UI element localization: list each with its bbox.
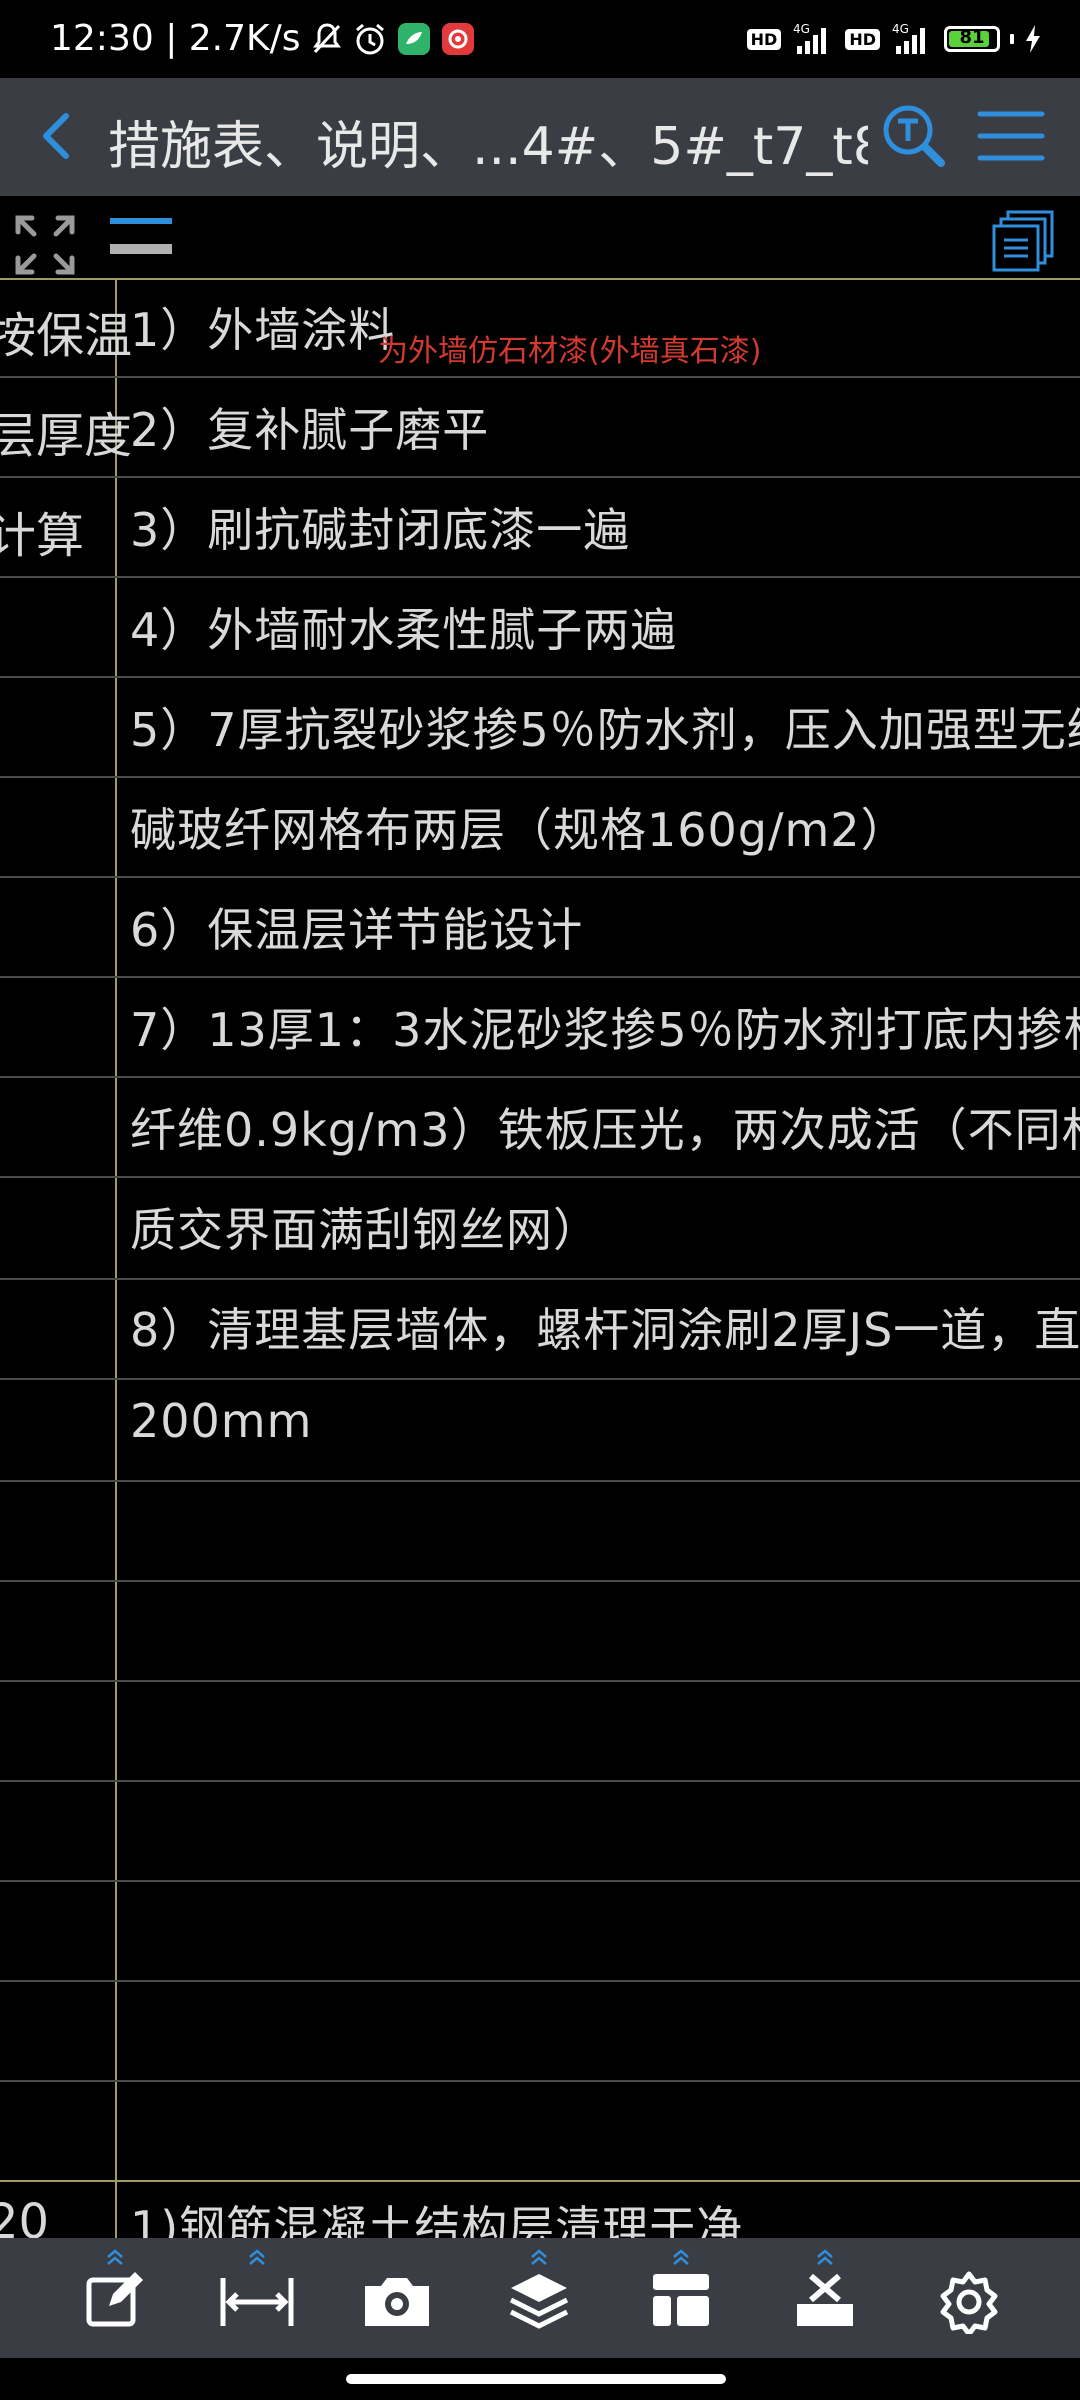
signal-icon-2: 4G bbox=[890, 22, 934, 56]
layer-list-button[interactable] bbox=[992, 210, 1056, 274]
hamburger-icon bbox=[977, 111, 1045, 161]
stacked-pages-icon bbox=[992, 210, 1054, 272]
spec-line: 5）7厚抗裂砂浆掺5％防水剂，压入加强型无纺耐 bbox=[130, 703, 1080, 757]
net-label: 4G bbox=[793, 22, 810, 36]
gesture-area bbox=[0, 2358, 1080, 2400]
row-divider bbox=[0, 1378, 1080, 1380]
spec-line: 4）外墙耐水柔性腻子两遍 bbox=[130, 603, 678, 657]
left-cell-text: 层厚度 bbox=[0, 408, 133, 464]
edit-icon bbox=[85, 2270, 145, 2334]
layout-tool-button[interactable] bbox=[636, 2246, 726, 2350]
row-divider bbox=[0, 376, 1080, 378]
spec-line: 质交界面满刮钢丝网） bbox=[130, 1203, 600, 1257]
row-divider bbox=[0, 1076, 1080, 1078]
edit-tool-button[interactable] bbox=[70, 2246, 160, 2350]
spec-line: 6）保温层详节能设计 bbox=[130, 903, 584, 957]
camera-tool-button[interactable] bbox=[352, 2246, 442, 2350]
expand-arrows-icon bbox=[15, 215, 75, 275]
row-divider bbox=[0, 676, 1080, 678]
battery-level: 81 bbox=[959, 27, 985, 48]
spec-line: 1）外墙涂料 bbox=[130, 303, 396, 357]
left-cell-text: 20 bbox=[0, 2194, 50, 2238]
text-search-button[interactable] bbox=[878, 100, 950, 172]
row-divider bbox=[0, 876, 1080, 878]
spec-line: 碱玻纤网格布两层（规格160g/m2） bbox=[130, 803, 908, 857]
row-divider bbox=[0, 1176, 1080, 1178]
home-indicator[interactable] bbox=[346, 2374, 726, 2384]
toolbox-icon bbox=[793, 2270, 857, 2334]
table-column-divider bbox=[115, 278, 117, 2238]
back-arrow-icon bbox=[43, 113, 69, 159]
collapse-bars-icon bbox=[110, 218, 172, 254]
camera-icon bbox=[361, 2270, 433, 2334]
back-button[interactable] bbox=[28, 106, 88, 166]
row-divider bbox=[0, 1580, 1080, 1582]
app-header: 措施表、说明、...4#、5#_t7_t8 bbox=[0, 78, 1080, 196]
collapse-toggle-button[interactable] bbox=[108, 216, 174, 256]
charging-icon bbox=[1024, 24, 1042, 54]
measure-tool-button[interactable] bbox=[212, 2246, 302, 2350]
spec-line: 2）复补腻子磨平 bbox=[130, 403, 490, 457]
alarm-icon bbox=[353, 22, 387, 56]
spec-line: 纤维0.9kg/m3）铁板压光，两次成活（不同材 bbox=[130, 1103, 1080, 1157]
status-bar: 12:30 | 2.7K/s HD 4G HD 4G 81 bbox=[0, 0, 1080, 78]
status-right: HD 4G HD 4G 81 bbox=[746, 22, 1042, 56]
page-title: 措施表、说明、...4#、5#_t7_t8 bbox=[108, 117, 868, 177]
green-app-icon bbox=[397, 22, 431, 56]
red-annotation: 为外墙仿石材漆(外墙真石漆) bbox=[378, 334, 762, 369]
battery-icon: 81 bbox=[944, 26, 1000, 52]
drawing-canvas[interactable]: 按保温 层厚度 计算 20 1）外墙涂料 为外墙仿石材漆(外墙真石漆) 2）复补… bbox=[0, 278, 1080, 2238]
spec-line: 200mm bbox=[130, 1394, 313, 1448]
row-divider bbox=[0, 476, 1080, 478]
row-divider bbox=[0, 2080, 1080, 2082]
layout-icon bbox=[649, 2270, 713, 2334]
row-divider bbox=[0, 576, 1080, 578]
expand-up-icon bbox=[671, 2246, 691, 2268]
settings-button[interactable] bbox=[924, 2246, 1014, 2350]
hd-badge: HD bbox=[746, 28, 782, 50]
expand-up-icon bbox=[247, 2246, 267, 2268]
expand-up-icon bbox=[529, 2246, 549, 2268]
left-cell-text: 按保温 bbox=[0, 308, 133, 364]
row-divider bbox=[0, 1278, 1080, 1280]
red-app-icon bbox=[441, 22, 475, 56]
mute-bell-icon bbox=[311, 22, 343, 56]
measure-icon bbox=[219, 2270, 295, 2334]
expand-up-icon bbox=[815, 2246, 835, 2268]
table-top-border bbox=[0, 278, 1080, 280]
section-divider bbox=[0, 2180, 1080, 2182]
spec-line: 3）刷抗碱封闭底漆一遍 bbox=[130, 503, 631, 557]
view-toolbar bbox=[0, 196, 1080, 278]
expand-up-icon bbox=[105, 2246, 125, 2268]
row-divider bbox=[0, 776, 1080, 778]
row-divider bbox=[0, 976, 1080, 978]
signal-icon: 4G bbox=[791, 22, 835, 56]
status-left: 12:30 | 2.7K/s bbox=[50, 18, 475, 59]
spec-line: 1)钢筋混凝土结构层清理干净 bbox=[130, 2201, 744, 2238]
row-divider bbox=[0, 1480, 1080, 1482]
spec-line: 7）13厚1：3水泥砂浆掺5％防水剂打底内掺杜拉 bbox=[130, 1003, 1080, 1057]
settings-icon bbox=[937, 2270, 1001, 2338]
layers-tool-button[interactable] bbox=[494, 2246, 584, 2350]
row-divider bbox=[0, 1880, 1080, 1882]
row-divider bbox=[0, 1980, 1080, 1982]
row-divider bbox=[0, 1780, 1080, 1782]
status-time-speed: 12:30 | 2.7K/s bbox=[50, 18, 301, 59]
net-label-2: 4G bbox=[892, 22, 909, 36]
fullscreen-button[interactable] bbox=[14, 214, 76, 276]
hd-badge-2: HD bbox=[845, 28, 880, 50]
row-divider bbox=[0, 1680, 1080, 1682]
battery-nub bbox=[1010, 34, 1014, 44]
spec-line: 8）清理基层墙体，螺杆洞涂刷2厚JS一道，直径 bbox=[130, 1303, 1080, 1357]
menu-button[interactable] bbox=[976, 106, 1046, 166]
left-cell-text: 计算 bbox=[0, 508, 85, 564]
toolbox-tool-button[interactable] bbox=[780, 2246, 870, 2350]
text-search-icon bbox=[883, 105, 945, 167]
layers-icon bbox=[507, 2270, 571, 2334]
bottom-toolbar bbox=[0, 2238, 1080, 2358]
